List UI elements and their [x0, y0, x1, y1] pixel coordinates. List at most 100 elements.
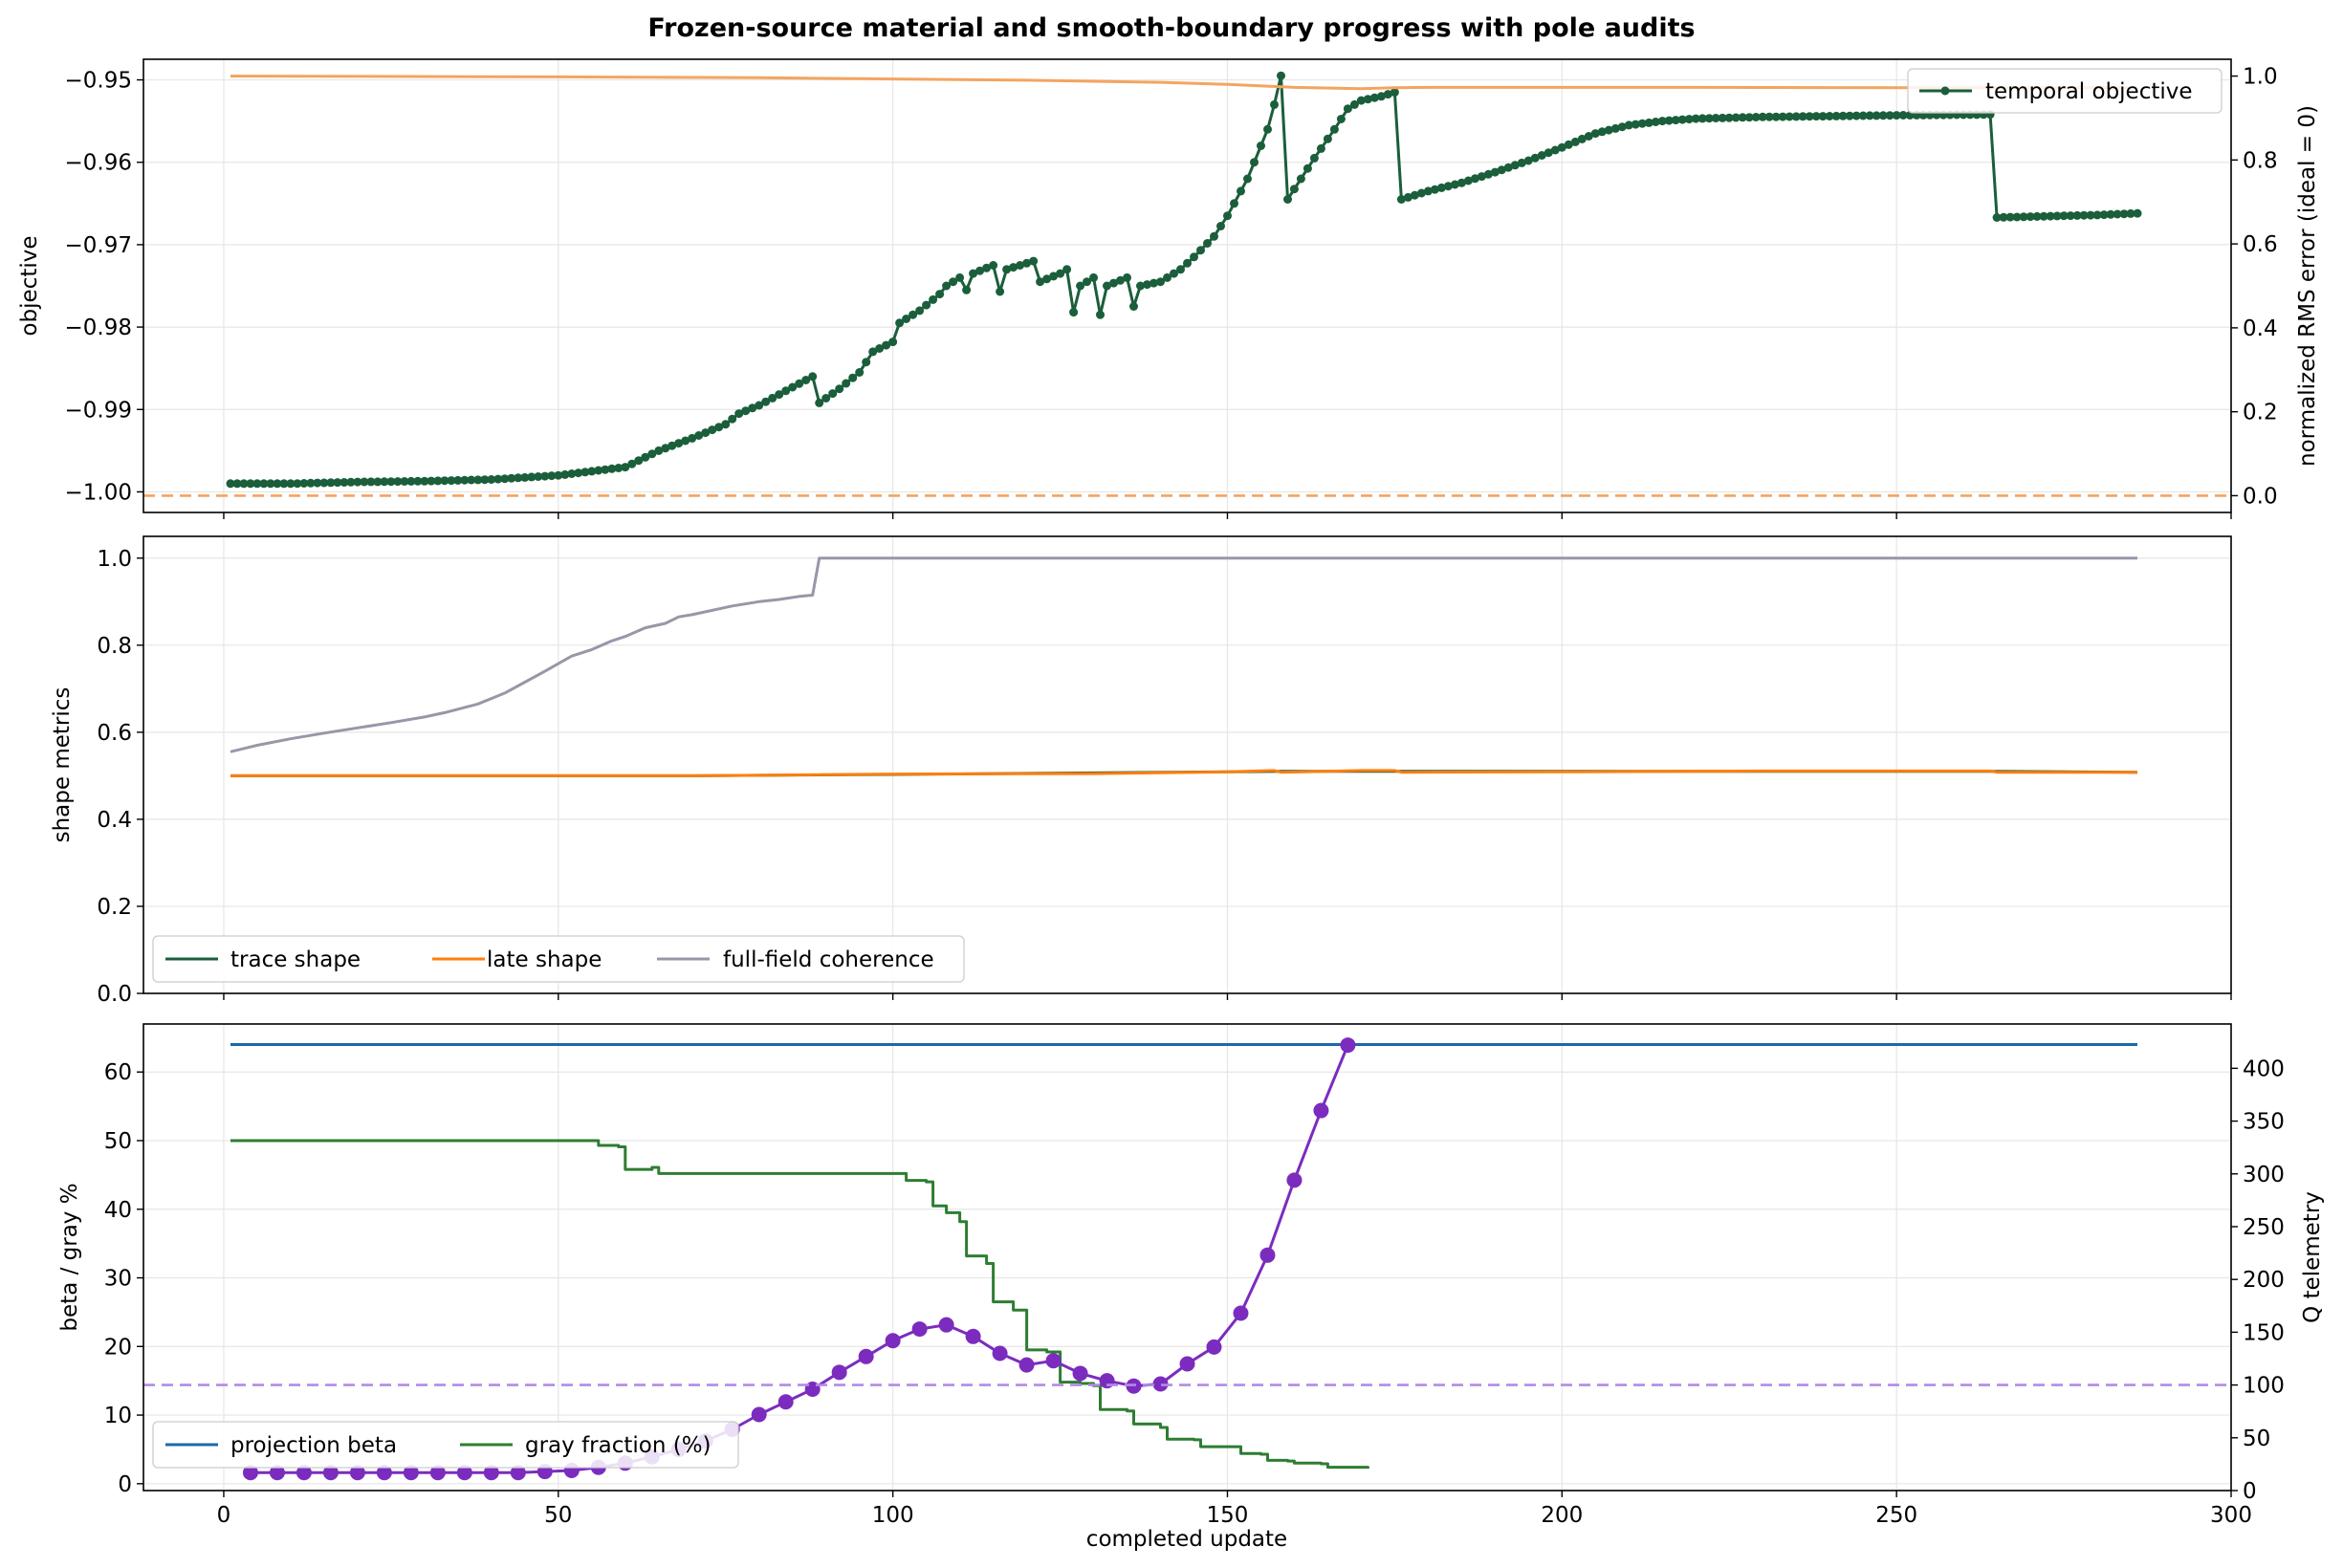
legend-gray-fraction: gray fraction (%) — [525, 1433, 712, 1458]
data-point — [842, 379, 851, 388]
data-point — [858, 1348, 874, 1364]
y-right-tick-label: 150 — [2243, 1320, 2285, 1345]
grid-middle — [143, 536, 2232, 994]
data-point — [1277, 71, 1285, 80]
data-point — [721, 420, 731, 429]
y-tick-label: −0.96 — [65, 151, 132, 176]
legend-temporal-objective: temporal objective — [1985, 79, 2193, 104]
data-point — [935, 290, 945, 299]
data-point — [989, 261, 998, 270]
y-right-tick-label: 400 — [2243, 1056, 2285, 1081]
y-tick-label: −1.00 — [65, 480, 132, 505]
x-tick-label: 300 — [2210, 1503, 2252, 1528]
y-tick-label: −0.95 — [65, 69, 132, 94]
data-point — [751, 1406, 767, 1423]
y-right-tick-label: 350 — [2243, 1110, 2285, 1135]
series-line-full-field-coherence — [230, 556, 2137, 753]
data-point — [1210, 231, 1218, 241]
data-point — [1336, 115, 1346, 123]
y-tick-label: 60 — [104, 1060, 132, 1085]
data-point — [1283, 195, 1292, 204]
data-point — [929, 294, 938, 304]
y-right-tick-label: 50 — [2243, 1426, 2270, 1451]
series-middle — [230, 556, 2138, 777]
data-point — [955, 272, 965, 282]
ylabel-bottom-right: Q telemetry — [2300, 1191, 2325, 1323]
data-point — [1286, 1172, 1303, 1188]
data-point — [1233, 1305, 1249, 1321]
legend-late-shape: late shape — [487, 947, 602, 972]
y-tick-label: 40 — [104, 1198, 132, 1223]
grid-bottom — [143, 1024, 2232, 1491]
y-tick-label: 0.2 — [97, 895, 132, 920]
y-tick-label: 0.0 — [97, 982, 132, 1007]
data-point — [1196, 246, 1205, 255]
data-point — [938, 1317, 954, 1333]
y-tick-label: −0.98 — [65, 316, 132, 340]
y-right-tick-label: 0 — [2243, 1479, 2257, 1504]
data-point — [1072, 1365, 1088, 1382]
y-tick-label: 50 — [104, 1129, 132, 1154]
data-point — [1263, 124, 1272, 134]
x-tick-label: 150 — [1207, 1503, 1249, 1528]
data-point — [992, 1345, 1008, 1361]
data-point — [848, 373, 858, 382]
y-tick-label: 0.8 — [97, 634, 132, 659]
ylabel-middle: shape metrics — [50, 687, 75, 843]
y-right-tick-label: 100 — [2243, 1374, 2285, 1399]
y-right-tick-label: 0.2 — [2243, 401, 2278, 425]
data-point — [1216, 222, 1225, 230]
xlabel-bottom: completed update — [1086, 1527, 1287, 1552]
series-line-series-1 — [230, 75, 2137, 91]
data-point — [855, 368, 865, 377]
data-point — [1069, 308, 1079, 317]
data-point — [831, 1364, 847, 1381]
series-line-temporal-objective — [230, 74, 2138, 486]
x-tick-label: 250 — [1875, 1503, 1917, 1528]
data-point — [1313, 1102, 1329, 1119]
data-point — [1062, 265, 1072, 274]
data-point — [777, 1394, 794, 1410]
data-point — [1089, 272, 1098, 282]
chart-title: Frozen-source material and smooth-bounda… — [647, 13, 1695, 43]
data-point — [1096, 310, 1105, 319]
data-point — [1206, 1339, 1222, 1355]
series-line-series-2 — [250, 1044, 1349, 1474]
data-point — [1183, 258, 1192, 268]
frame-middle — [142, 535, 2232, 994]
legend-trace-shape: trace shape — [230, 947, 361, 972]
data-point — [1223, 211, 1232, 221]
y-tick-label: 30 — [104, 1267, 132, 1292]
data-point — [911, 1321, 928, 1338]
y-tick-label: −0.99 — [65, 398, 132, 423]
y-right-tick-label: 200 — [2243, 1268, 2285, 1293]
series-line-late-shape — [230, 769, 2137, 777]
x-tick-label: 100 — [872, 1503, 914, 1528]
data-point — [835, 384, 844, 394]
legend-middle: trace shape late shape full-field cohere… — [152, 935, 965, 983]
data-point — [808, 372, 818, 381]
y-tick-label: 1.0 — [97, 547, 132, 572]
data-point — [862, 358, 871, 367]
data-point — [962, 285, 972, 294]
y-tick-label: 0 — [118, 1472, 132, 1497]
data-point — [1243, 174, 1252, 184]
panel-middle: 0.0 0.2 0.4 0.6 0.8 1.0 shape metrics trace s… — [50, 535, 2232, 1007]
data-point — [1190, 252, 1198, 262]
data-point — [2133, 208, 2142, 218]
data-point — [1289, 185, 1299, 194]
ylabel-top: objective — [17, 235, 42, 336]
data-point — [1179, 1356, 1195, 1372]
legend-bottom: projection beta gray fraction (%) — [152, 1421, 739, 1469]
series-top — [143, 71, 2231, 497]
data-point — [965, 1328, 981, 1344]
x-tick-label: 50 — [544, 1503, 572, 1528]
data-point — [1323, 134, 1332, 143]
y-tick-label: 0.6 — [97, 721, 132, 746]
figure: Frozen-source material and smooth-bounda… — [17, 13, 2325, 1552]
y-tick-label: −0.97 — [65, 233, 132, 258]
data-point — [1316, 143, 1325, 153]
data-point — [1250, 158, 1259, 167]
y-right-tick-label: 300 — [2243, 1163, 2285, 1187]
x-tick-label: 200 — [1541, 1503, 1583, 1528]
